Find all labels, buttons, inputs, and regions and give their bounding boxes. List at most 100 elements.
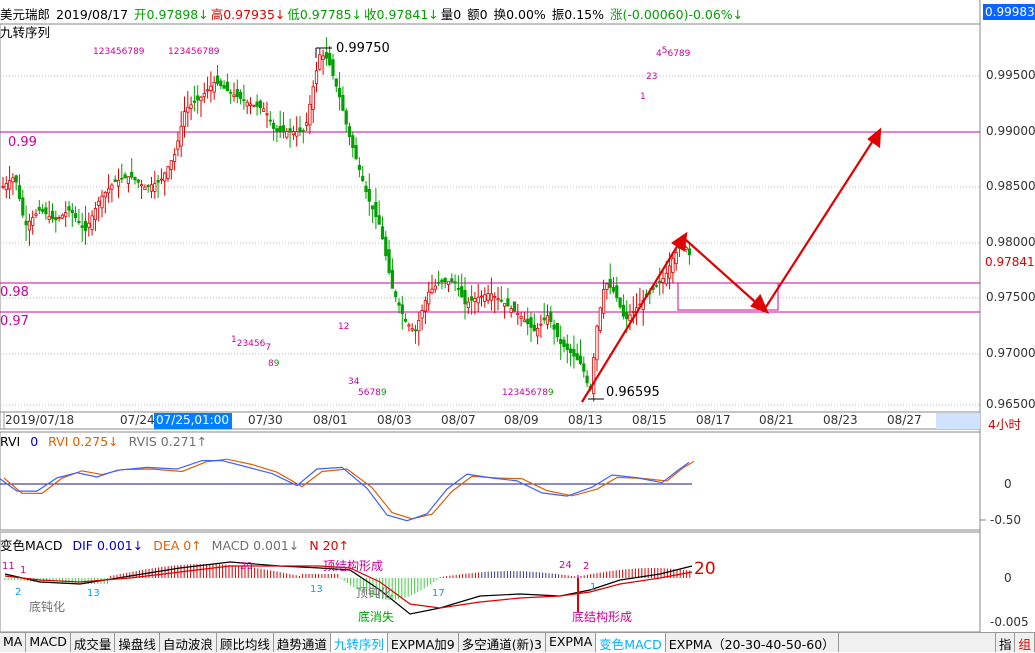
candle-body[interactable] bbox=[384, 236, 388, 257]
candle-body[interactable] bbox=[423, 300, 428, 312]
candle-body[interactable] bbox=[611, 287, 616, 292]
candle-body[interactable] bbox=[344, 110, 348, 125]
candle-body[interactable] bbox=[430, 288, 434, 294]
candle-body[interactable] bbox=[4, 183, 8, 191]
candle-body[interactable] bbox=[592, 357, 596, 394]
tab-expma-multi[interactable]: EXPMA（20-30-40-50-60） bbox=[666, 633, 839, 652]
candle-body[interactable] bbox=[14, 175, 18, 183]
candle-body[interactable] bbox=[113, 179, 117, 182]
candle-body[interactable] bbox=[27, 220, 32, 231]
scroll-thumb[interactable] bbox=[936, 413, 980, 429]
candle-body[interactable] bbox=[110, 184, 114, 190]
candle-body[interactable] bbox=[668, 265, 672, 279]
candle-body[interactable] bbox=[654, 284, 659, 287]
candle-body[interactable] bbox=[242, 99, 246, 102]
candle-body[interactable] bbox=[450, 278, 454, 283]
candle-body[interactable] bbox=[628, 314, 632, 322]
candle-body[interactable] bbox=[380, 226, 385, 240]
candle-body[interactable] bbox=[281, 125, 286, 132]
candle-body[interactable] bbox=[7, 180, 12, 190]
candle-body[interactable] bbox=[318, 54, 322, 70]
candle-body[interactable] bbox=[298, 127, 302, 132]
candle-body[interactable] bbox=[489, 293, 494, 301]
candle-body[interactable] bbox=[265, 113, 269, 116]
candle-body[interactable] bbox=[225, 81, 229, 92]
candle-body[interactable] bbox=[176, 140, 180, 150]
candle-body[interactable] bbox=[235, 89, 239, 98]
candle-body[interactable] bbox=[107, 188, 111, 194]
candle-body[interactable] bbox=[189, 104, 193, 109]
candle-body[interactable] bbox=[420, 310, 424, 319]
candle-body[interactable] bbox=[238, 91, 243, 99]
candle-body[interactable] bbox=[1, 185, 5, 188]
candle-body[interactable] bbox=[255, 101, 259, 107]
tab-bull-bear-channel[interactable]: 多空通道(新)3 bbox=[459, 633, 546, 652]
candle-body[interactable] bbox=[156, 179, 160, 183]
candle-body[interactable] bbox=[443, 277, 447, 283]
candle-body[interactable] bbox=[219, 80, 223, 87]
candle-body[interactable] bbox=[90, 215, 94, 230]
candle-body[interactable] bbox=[559, 338, 563, 344]
candle-body[interactable] bbox=[483, 294, 487, 302]
candle-body[interactable] bbox=[202, 93, 206, 97]
candle-body[interactable] bbox=[370, 205, 375, 210]
candle-body[interactable] bbox=[67, 206, 71, 211]
candle-body[interactable] bbox=[516, 313, 520, 316]
candle-body[interactable] bbox=[493, 295, 497, 298]
candle-body[interactable] bbox=[136, 179, 140, 183]
candle-body[interactable] bbox=[585, 375, 589, 384]
tab-trend-channel[interactable]: 趋势通道 bbox=[274, 633, 331, 652]
candle-body[interactable] bbox=[466, 301, 470, 308]
candle-body[interactable] bbox=[74, 213, 78, 219]
candle-body[interactable] bbox=[354, 145, 358, 160]
tab-expma[interactable]: EXPMA bbox=[546, 633, 597, 652]
candle-body[interactable] bbox=[331, 59, 335, 76]
candle-body[interactable] bbox=[133, 177, 137, 181]
candle-body[interactable] bbox=[311, 86, 315, 110]
candle-body[interactable] bbox=[126, 176, 130, 184]
candle-body[interactable] bbox=[196, 95, 200, 101]
candle-body[interactable] bbox=[364, 185, 368, 193]
candle-body[interactable] bbox=[440, 279, 444, 283]
candle-body[interactable] bbox=[301, 130, 305, 132]
candle-body[interactable] bbox=[31, 217, 35, 226]
candle-body[interactable] bbox=[496, 298, 500, 301]
candle-body[interactable] bbox=[374, 201, 378, 218]
candle-body[interactable] bbox=[245, 101, 249, 107]
candle-body[interactable] bbox=[572, 348, 576, 357]
candle-body[interactable] bbox=[555, 322, 560, 338]
candle-body[interactable] bbox=[179, 125, 183, 147]
candle-body[interactable] bbox=[595, 325, 599, 361]
indicator-button[interactable]: 指 bbox=[994, 633, 1016, 652]
candle-body[interactable] bbox=[407, 324, 411, 327]
candle-body[interactable] bbox=[252, 104, 256, 107]
candle-body[interactable] bbox=[403, 318, 408, 322]
candle-body[interactable] bbox=[47, 215, 51, 220]
candle-body[interactable] bbox=[83, 220, 88, 231]
candle-body[interactable] bbox=[17, 185, 22, 199]
candle-body[interactable] bbox=[271, 122, 276, 129]
candle-body[interactable] bbox=[400, 304, 404, 315]
candle-body[interactable] bbox=[278, 126, 282, 133]
candle-body[interactable] bbox=[377, 215, 381, 225]
candle-body[interactable] bbox=[658, 280, 662, 283]
tab-trading-line[interactable]: 操盘线 bbox=[115, 633, 160, 652]
candle-body[interactable] bbox=[275, 128, 279, 133]
candle-body[interactable] bbox=[578, 355, 583, 364]
candle-body[interactable] bbox=[77, 220, 81, 224]
candle-body[interactable] bbox=[615, 285, 619, 299]
candle-body[interactable] bbox=[512, 301, 517, 312]
candle-body[interactable] bbox=[60, 214, 65, 219]
candle-body[interactable] bbox=[436, 281, 441, 284]
candle-body[interactable] bbox=[70, 209, 74, 214]
candle-body[interactable] bbox=[529, 317, 533, 328]
candle-body[interactable] bbox=[476, 296, 480, 304]
candle-body[interactable] bbox=[394, 291, 398, 298]
candle-body[interactable] bbox=[582, 363, 586, 372]
candle-body[interactable] bbox=[199, 96, 203, 102]
candle-body[interactable] bbox=[337, 87, 342, 98]
candle-body[interactable] bbox=[295, 131, 299, 137]
candle-body[interactable] bbox=[390, 269, 395, 289]
candle-body[interactable] bbox=[116, 179, 121, 187]
candle-body[interactable] bbox=[37, 207, 41, 211]
